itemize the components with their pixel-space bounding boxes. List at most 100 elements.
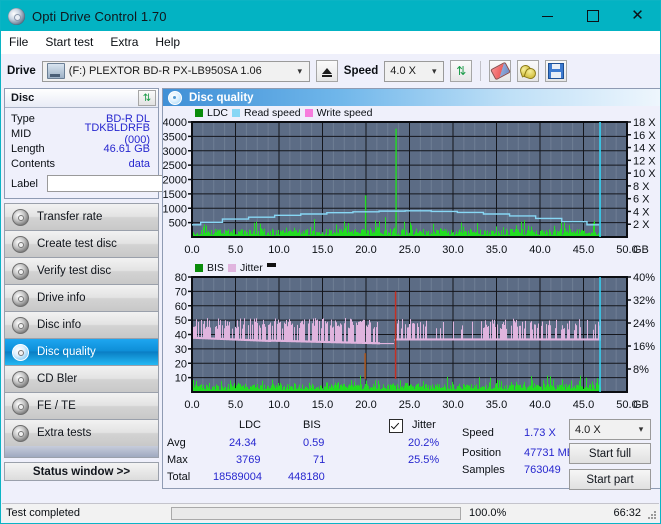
svg-text:0.0: 0.0 <box>184 244 199 256</box>
drive-select[interactable]: (F:) PLEXTOR BD-R PX-LB950SA 1.06 ▾ <box>41 60 310 82</box>
samples-stat-value: 763049 <box>524 464 561 476</box>
sidebar-item-disc-info[interactable]: Disc info <box>4 311 159 338</box>
svg-text:45.0: 45.0 <box>573 399 594 411</box>
disc-icon <box>12 397 29 415</box>
test-nav-list: Transfer rate Create test disc Verify te… <box>4 203 159 458</box>
maximize-button[interactable] <box>570 1 615 31</box>
content-area: Disc quality LDC Read speed Write speed … <box>162 88 660 490</box>
jitter-avg-value: 20.2% <box>408 437 440 449</box>
test-speed-value: 4.0 X <box>575 423 601 436</box>
svg-text:10: 10 <box>175 373 187 385</box>
sidebar-item-fe-te[interactable]: FE / TE <box>4 392 159 419</box>
status-window-button[interactable]: Status window >> <box>4 462 159 481</box>
svg-text:5.0: 5.0 <box>228 399 243 411</box>
window-controls: ✕ <box>525 1 660 31</box>
erase-button[interactable] <box>489 60 512 82</box>
svg-text:16%: 16% <box>633 341 655 353</box>
legend-label-bis: BIS <box>207 262 224 274</box>
disc-label-label: Label <box>11 177 38 190</box>
disc-quality-panel: Disc quality LDC Read speed Write speed … <box>162 88 660 490</box>
sidebar-item-cd-bler[interactable]: CD Bler <box>4 365 159 392</box>
progress-percent: 100.0% <box>469 507 507 519</box>
svg-text:8%: 8% <box>633 364 649 376</box>
position-stat-value: 47731 MB <box>524 447 575 459</box>
svg-text:40.0: 40.0 <box>529 399 550 411</box>
title-bar: Opti Drive Control 1.70 ✕ <box>1 1 660 31</box>
disc-properties: Type BD-R DL MID TDKBLDRFB (000) Length … <box>5 108 253 198</box>
start-part-button[interactable]: Start part <box>569 469 651 490</box>
save-disk-icon <box>548 63 565 79</box>
menu-item-help[interactable]: Help <box>155 33 189 51</box>
disc-row-length: Length 46.61 GB <box>11 141 153 156</box>
menu-item-extra[interactable]: Extra <box>110 33 147 51</box>
refresh-button[interactable]: ⇅ <box>450 60 473 82</box>
svg-text:2500: 2500 <box>163 160 187 172</box>
svg-text:10 X: 10 X <box>633 168 656 180</box>
menu-item-start-test[interactable]: Start test <box>45 33 102 51</box>
sidebar-item-extra-tests[interactable]: Extra tests <box>4 419 159 446</box>
legend-swatch-ldc <box>195 109 203 117</box>
refresh-arrows-icon: ⇅ <box>456 64 467 78</box>
legend-label-write-speed: Write speed <box>316 107 373 119</box>
svg-text:40.0: 40.0 <box>529 244 550 256</box>
svg-text:5.0: 5.0 <box>228 244 243 256</box>
refresh-arrows-icon: ⇅ <box>142 92 152 104</box>
close-button[interactable]: ✕ <box>615 1 660 31</box>
svg-text:14 X: 14 X <box>633 143 656 155</box>
test-speed-select[interactable]: 4.0 X ▾ <box>569 419 651 440</box>
eject-button[interactable] <box>315 60 338 82</box>
resize-grip[interactable] <box>647 510 657 520</box>
svg-text:GB: GB <box>633 399 649 411</box>
svg-text:GB: GB <box>633 244 649 256</box>
stats-row-label-max: Max <box>167 454 188 466</box>
sidebar-item-label: Extra tests <box>37 427 92 439</box>
svg-text:45.0: 45.0 <box>573 244 594 256</box>
minimize-icon <box>542 15 553 17</box>
save-button[interactable] <box>545 60 568 82</box>
samples-stat-label: Samples <box>462 464 505 476</box>
application-window: Opti Drive Control 1.70 ✕ File Start tes… <box>0 0 661 524</box>
ldc-total-value: 18589004 <box>213 471 262 483</box>
settings-button[interactable] <box>517 60 540 82</box>
svg-text:4000: 4000 <box>163 117 187 129</box>
svg-text:50: 50 <box>175 315 187 327</box>
toolbar-divider <box>480 61 482 81</box>
legend-marker-black <box>266 263 276 267</box>
sidebar-item-label: FE / TE <box>37 400 76 412</box>
sidebar: Disc ⇅ Type BD-R DL MID TDKBLDRFB (000) <box>4 88 253 489</box>
legend-label-ldc: LDC <box>207 107 229 119</box>
jitter-label: Jitter <box>412 419 436 431</box>
menu-bar: File Start test Extra Help <box>1 31 660 54</box>
disc-icon <box>12 208 29 226</box>
svg-text:20: 20 <box>175 358 187 370</box>
menu-item-file[interactable]: File <box>9 33 37 51</box>
disc-icon <box>12 289 29 307</box>
disc-mid-label: MID <box>11 127 32 140</box>
disc-icon <box>12 343 29 361</box>
svg-text:32%: 32% <box>633 295 655 307</box>
position-stat-label: Position <box>462 447 502 459</box>
sidebar-item-drive-info[interactable]: Drive info <box>4 284 159 311</box>
status-bar: Test completed 100.0% 66:32 <box>2 503 659 522</box>
bis-total-value: 448180 <box>288 471 325 483</box>
start-full-button[interactable]: Start full <box>569 443 651 464</box>
jitter-checkbox[interactable] <box>389 419 403 433</box>
window-title: Opti Drive Control 1.70 <box>32 8 167 24</box>
disc-icon <box>12 316 29 334</box>
svg-text:2000: 2000 <box>163 175 187 187</box>
elapsed-time: 66:32 <box>613 507 641 519</box>
speed-stat-label: Speed <box>462 427 494 439</box>
sidebar-item-transfer-rate[interactable]: Transfer rate <box>4 203 159 230</box>
disc-refresh-button[interactable]: ⇅ <box>138 90 156 106</box>
sidebar-item-disc-quality[interactable]: Disc quality <box>4 338 159 365</box>
drive-icon <box>46 63 65 79</box>
speed-select[interactable]: 4.0 X ▾ <box>384 60 445 82</box>
sidebar-item-verify-test-disc[interactable]: Verify test disc <box>4 257 159 284</box>
disc-length-value: 46.61 GB <box>103 142 150 155</box>
minimize-button[interactable] <box>525 1 570 31</box>
disc-info-group: Disc ⇅ Type BD-R DL MID TDKBLDRFB (000) <box>4 88 253 199</box>
bis-max-value: 71 <box>313 454 326 466</box>
svg-text:70: 70 <box>175 286 187 298</box>
sidebar-item-create-test-disc[interactable]: Create test disc <box>4 230 159 257</box>
eraser-icon <box>489 61 511 81</box>
